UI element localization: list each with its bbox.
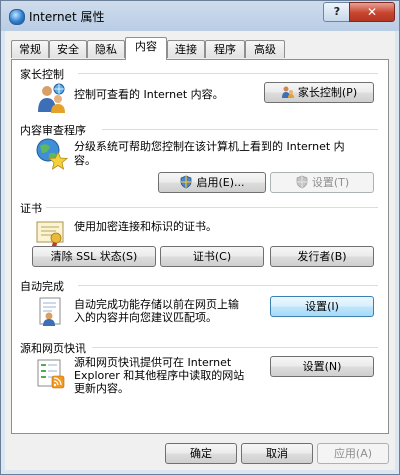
feeds-description-line3: 更新内容。 xyxy=(74,382,129,395)
parental-controls-heading: 家长控制 xyxy=(20,68,64,81)
tab-programs[interactable]: 程序 xyxy=(205,40,245,58)
advisor-settings-button-label: 设置(T) xyxy=(311,176,350,189)
shield-icon xyxy=(296,175,308,189)
parental-controls-button[interactable]: 家长控制(P) xyxy=(264,82,374,103)
ok-button[interactable]: 确定 xyxy=(165,443,237,464)
clear-ssl-state-button[interactable]: 清除 SSL 状态(S) xyxy=(32,246,156,267)
enable-button-label: 启用(E)... xyxy=(196,176,245,189)
tab-privacy[interactable]: 隐私 xyxy=(87,40,125,58)
parental-controls-small-icon xyxy=(281,86,294,98)
autocomplete-icon xyxy=(39,297,61,326)
section-divider xyxy=(46,207,378,208)
tab-security[interactable]: 安全 xyxy=(49,40,87,58)
feeds-settings-button[interactable]: 设置(N) xyxy=(270,356,374,377)
shield-icon xyxy=(181,175,192,189)
feeds-icon xyxy=(37,359,65,389)
certificates-description: 使用加密连接和标识的证书。 xyxy=(74,220,217,233)
internet-globe-icon xyxy=(9,9,25,25)
tab-general[interactable]: 常规 xyxy=(11,40,49,58)
parental-controls-icon xyxy=(38,83,65,113)
tab-connections[interactable]: 连接 xyxy=(167,40,205,58)
feeds-description-line2: Explorer 和其他程序中读取的网站 xyxy=(74,369,245,382)
internet-properties-window: Internet 属性 ? ✕ 常规 安全 隐私 内容 连接 程序 高级 家长控… xyxy=(0,0,400,475)
content-advisor-enable-button[interactable]: 启用(E)... xyxy=(158,172,266,193)
window-title: Internet 属性 xyxy=(29,10,105,24)
publishers-button[interactable]: 发行者(B) xyxy=(270,246,374,267)
apply-button[interactable]: 应用(A) xyxy=(317,443,389,464)
content-tab-panel: 家长控制 控制可查看的 Internet 内容。 家长控制(P) 内容审查程序 … xyxy=(11,59,389,434)
certificates-heading: 证书 xyxy=(20,202,42,215)
parental-controls-button-label: 家长控制(P) xyxy=(297,86,358,99)
cancel-button[interactable]: 取消 xyxy=(241,443,313,464)
certificate-icon xyxy=(36,221,64,249)
content-advisor-settings-button[interactable]: 设置(T) xyxy=(270,172,374,193)
certificates-button[interactable]: 证书(C) xyxy=(160,246,264,267)
content-advisor-icon xyxy=(36,138,68,170)
feeds-description-line1: 源和网页快讯提供可在 Internet xyxy=(74,356,232,369)
close-button[interactable]: ✕ xyxy=(349,2,395,22)
section-divider xyxy=(78,73,378,74)
section-divider xyxy=(102,129,378,130)
section-divider xyxy=(78,285,378,286)
autocomplete-heading: 自动完成 xyxy=(20,280,64,293)
tab-advanced[interactable]: 高级 xyxy=(245,40,285,58)
content-advisor-description-line1: 分级系统可帮助您控制在该计算机上看到的 Internet 内 xyxy=(74,140,345,153)
help-button[interactable]: ? xyxy=(323,2,350,22)
content-advisor-description-line2: 容。 xyxy=(74,154,96,167)
autocomplete-description-line1: 自动完成功能存储以前在网页上输 xyxy=(74,298,239,311)
dialog-client-area: 常规 安全 隐私 内容 连接 程序 高级 家长控制 控制可查看的 Interne… xyxy=(5,31,395,470)
autocomplete-description-line2: 入的内容并向您建议匹配项。 xyxy=(74,311,217,324)
feeds-heading: 源和网页快讯 xyxy=(20,342,86,355)
title-bar[interactable]: Internet 属性 ? ✕ xyxy=(1,1,399,31)
section-divider xyxy=(92,347,378,348)
parental-controls-description: 控制可查看的 Internet 内容。 xyxy=(74,88,224,101)
tab-content[interactable]: 内容 xyxy=(125,37,167,60)
autocomplete-settings-button[interactable]: 设置(I) xyxy=(270,296,374,317)
